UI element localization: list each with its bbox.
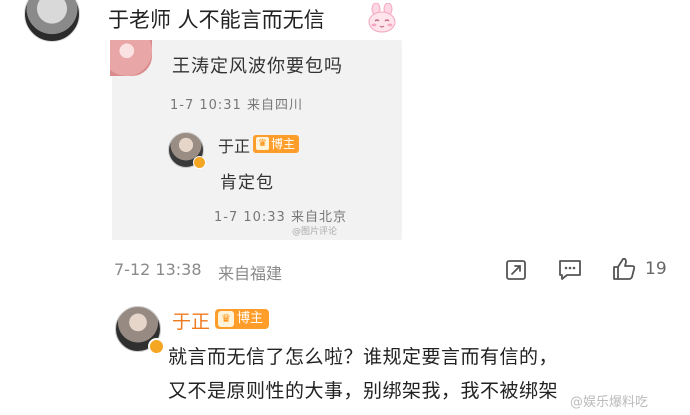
screenshot-original-comment: 王涛定风波你要包吗 bbox=[172, 56, 343, 77]
commenter-avatar[interactable] bbox=[24, 0, 80, 42]
blogger-reply-line-1: 就言而无信了怎么啦？谁规定要言而有信的， bbox=[168, 346, 559, 368]
share-icon[interactable] bbox=[504, 258, 528, 282]
comment-icon[interactable] bbox=[557, 258, 583, 282]
page-watermark: @娱乐爆料吃 bbox=[570, 395, 649, 410]
screenshot-reply-author: 于正 bbox=[218, 137, 251, 156]
screenshot-reply-meta: 1-7 10:33 来自北京 bbox=[214, 210, 347, 225]
crown-icon: ♛ bbox=[256, 137, 269, 150]
screenshot-original-meta: 1-7 10:31 来自四川 bbox=[170, 98, 303, 113]
verified-badge-icon bbox=[193, 156, 206, 169]
comment-text: 于老师 人不能言而无信 bbox=[108, 8, 325, 32]
comment-location: 来自福建 bbox=[218, 264, 283, 283]
blogger-reply-line-2: 又不是原则性的大事，别绑架我，我不被绑架 bbox=[168, 380, 559, 402]
comment-timestamp: 7-12 13:38 bbox=[114, 260, 202, 279]
crown-icon: ♛ bbox=[218, 311, 234, 327]
screenshot-reply-text: 肯定包 bbox=[220, 173, 274, 193]
verified-badge-icon bbox=[148, 338, 165, 355]
bunny-blush-emoji-icon bbox=[368, 3, 396, 33]
blogger-name[interactable]: 于正 bbox=[172, 307, 210, 334]
screenshot-watermark: @图片评论 bbox=[292, 227, 338, 237]
like-count: 19 bbox=[645, 259, 667, 279]
like-icon[interactable] bbox=[610, 255, 638, 283]
